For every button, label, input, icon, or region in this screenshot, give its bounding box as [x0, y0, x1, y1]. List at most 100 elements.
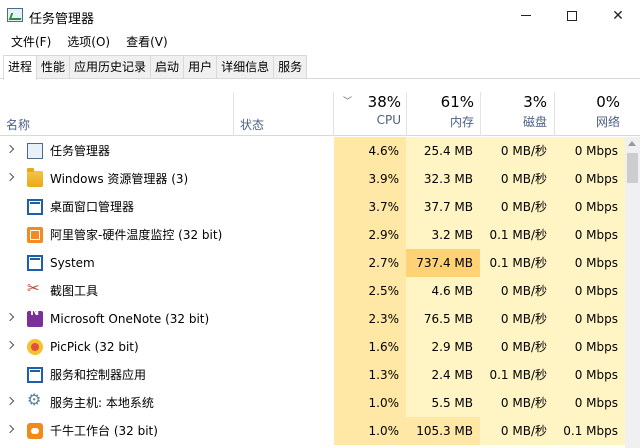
- disk-label: 磁盘: [522, 115, 547, 129]
- process-name: PicPick (32 bit): [50, 340, 139, 354]
- memory-cell: 37.7 MB: [406, 193, 480, 221]
- disk-cell: 0.1 MB/秒: [480, 249, 554, 277]
- vertical-scrollbar[interactable]: [625, 137, 640, 448]
- tab-users[interactable]: 用户: [183, 55, 218, 78]
- cpu-cell: 2.3%: [334, 305, 406, 333]
- memory-cell: 2.4 MB: [406, 361, 480, 389]
- cpu-label: CPU: [376, 113, 401, 127]
- network-cell: 0.1 Mbps: [554, 417, 625, 445]
- table-row[interactable]: 桌面窗口管理器 3.7% 37.7 MB 0 MB/秒 0 Mbps: [0, 193, 625, 221]
- network-cell: 0 Mbps: [554, 165, 625, 193]
- process-list: 任务管理器 4.6% 25.4 MB 0 MB/秒 0 Mbps Windows…: [0, 137, 625, 445]
- expand-chevron-icon[interactable]: [5, 144, 15, 154]
- memory-cell: 25.4 MB: [406, 137, 480, 165]
- expand-chevron-icon[interactable]: [5, 312, 15, 322]
- process-name: 截图工具: [50, 284, 99, 298]
- network-total: 0%: [596, 93, 620, 111]
- table-row[interactable]: 服务主机: 本地系统 1.0% 5.5 MB 0 MB/秒 0 Mbps: [0, 389, 625, 417]
- task-manager-icon: [7, 8, 23, 22]
- network-cell: 0 Mbps: [554, 333, 625, 361]
- table-row[interactable]: 任务管理器 4.6% 25.4 MB 0 MB/秒 0 Mbps: [0, 137, 625, 165]
- table-row[interactable]: System 2.7% 737.4 MB 0.1 MB/秒 0 Mbps: [0, 249, 625, 277]
- process-name: System: [50, 256, 95, 270]
- disk-cell: 0 MB/秒: [480, 277, 554, 305]
- disk-cell: 0 MB/秒: [480, 165, 554, 193]
- expand-chevron-icon[interactable]: [5, 340, 15, 350]
- scissors-icon: [27, 279, 43, 299]
- table-row[interactable]: 服务和控制器应用 1.3% 2.4 MB 0.1 MB/秒 0 Mbps: [0, 361, 625, 389]
- expand-chevron-icon[interactable]: [5, 424, 15, 434]
- process-name: 服务和控制器应用: [50, 368, 147, 382]
- menu-file[interactable]: 文件(F): [6, 31, 56, 53]
- network-cell: 0 Mbps: [554, 389, 625, 417]
- window-icon: [27, 255, 43, 271]
- maximize-button[interactable]: [549, 0, 595, 31]
- expand-chevron-icon[interactable]: [5, 396, 15, 406]
- column-memory[interactable]: 61% 内存: [406, 92, 474, 130]
- network-cell: 0 Mbps: [554, 221, 625, 249]
- window-icon: [27, 199, 43, 215]
- memory-cell: 4.6 MB: [406, 277, 480, 305]
- tab-details[interactable]: 详细信息: [216, 55, 275, 78]
- tab-app-history[interactable]: 应用历史记录: [69, 55, 152, 78]
- scroll-thumb[interactable]: [627, 153, 638, 183]
- process-name: 阿里管家-硬件温度监控 (32 bit): [50, 228, 223, 242]
- column-disk[interactable]: 3% 磁盘: [480, 92, 547, 130]
- minimize-button[interactable]: [503, 0, 549, 31]
- close-button[interactable]: ✕: [595, 0, 640, 31]
- table-row[interactable]: 千牛工作台 (32 bit) 1.0% 105.3 MB 0 MB/秒 0.1 …: [0, 417, 625, 445]
- cpu-cell: 3.7%: [334, 193, 406, 221]
- tab-processes[interactable]: 进程: [3, 55, 38, 80]
- memory-total: 61%: [440, 93, 474, 111]
- network-cell: 0 Mbps: [554, 277, 625, 305]
- disk-cell: 0 MB/秒: [480, 389, 554, 417]
- expand-chevron-icon[interactable]: [5, 172, 15, 182]
- process-name: Windows 资源管理器 (3): [50, 172, 189, 186]
- memory-cell: 32.3 MB: [406, 165, 480, 193]
- onenote-icon: [27, 305, 43, 327]
- memory-label: 内存: [449, 115, 474, 129]
- network-cell: 0 Mbps: [554, 249, 625, 277]
- column-status[interactable]: 状态: [240, 116, 264, 133]
- title-bar: 任务管理器 ✕: [0, 0, 640, 31]
- menu-bar: 文件(F) 选项(O) 查看(V): [0, 31, 640, 53]
- table-row[interactable]: 截图工具 2.5% 4.6 MB 0 MB/秒 0 Mbps: [0, 277, 625, 305]
- cpu-cell: 1.6%: [334, 333, 406, 361]
- disk-cell: 0 MB/秒: [480, 333, 554, 361]
- disk-cell: 0 MB/秒: [480, 193, 554, 221]
- tab-performance[interactable]: 性能: [36, 55, 71, 78]
- cpu-cell: 2.7%: [334, 249, 406, 277]
- table-row[interactable]: PicPick (32 bit) 1.6% 2.9 MB 0 MB/秒 0 Mb…: [0, 333, 625, 361]
- network-cell: 0 Mbps: [554, 305, 625, 333]
- memory-cell: 5.5 MB: [406, 389, 480, 417]
- tab-bar: 进程 性能 应用历史记录 启动 用户 详细信息 服务: [0, 55, 640, 80]
- monitor-icon: [27, 227, 43, 243]
- scroll-up-icon[interactable]: [628, 141, 636, 146]
- window-icon: [27, 367, 43, 383]
- column-name[interactable]: 名称: [6, 116, 30, 133]
- cpu-cell: 2.9%: [334, 221, 406, 249]
- table-row[interactable]: 阿里管家-硬件温度监控 (32 bit) 2.9% 3.2 MB 0.1 MB/…: [0, 221, 625, 249]
- table-row[interactable]: Microsoft OneNote (32 bit) 2.3% 76.5 MB …: [0, 305, 625, 333]
- menu-options[interactable]: 选项(O): [62, 31, 115, 53]
- tab-services[interactable]: 服务: [273, 55, 308, 78]
- disk-cell: 0 MB/秒: [480, 417, 554, 445]
- qianniu-icon: [27, 423, 43, 439]
- window-title: 任务管理器: [29, 12, 95, 27]
- process-name: 千牛工作台 (32 bit): [50, 424, 158, 438]
- tab-startup[interactable]: 启动: [150, 55, 185, 78]
- maximize-icon: [567, 10, 577, 21]
- column-network[interactable]: 0% 网络: [554, 92, 620, 130]
- menu-view[interactable]: 查看(V): [121, 31, 173, 53]
- cpu-cell: 1.3%: [334, 361, 406, 389]
- process-name: Microsoft OneNote (32 bit): [50, 312, 210, 326]
- table-row[interactable]: Windows 资源管理器 (3) 3.9% 32.3 MB 0 MB/秒 0 …: [0, 165, 625, 193]
- column-cpu[interactable]: 38% CPU: [334, 92, 401, 127]
- process-name: 桌面窗口管理器: [50, 200, 135, 214]
- memory-cell: 105.3 MB: [406, 417, 480, 445]
- memory-cell: 3.2 MB: [406, 221, 480, 249]
- disk-cell: 0.1 MB/秒: [480, 221, 554, 249]
- memory-cell: 76.5 MB: [406, 305, 480, 333]
- network-cell: 0 Mbps: [554, 193, 625, 221]
- cpu-cell: 2.5%: [334, 277, 406, 305]
